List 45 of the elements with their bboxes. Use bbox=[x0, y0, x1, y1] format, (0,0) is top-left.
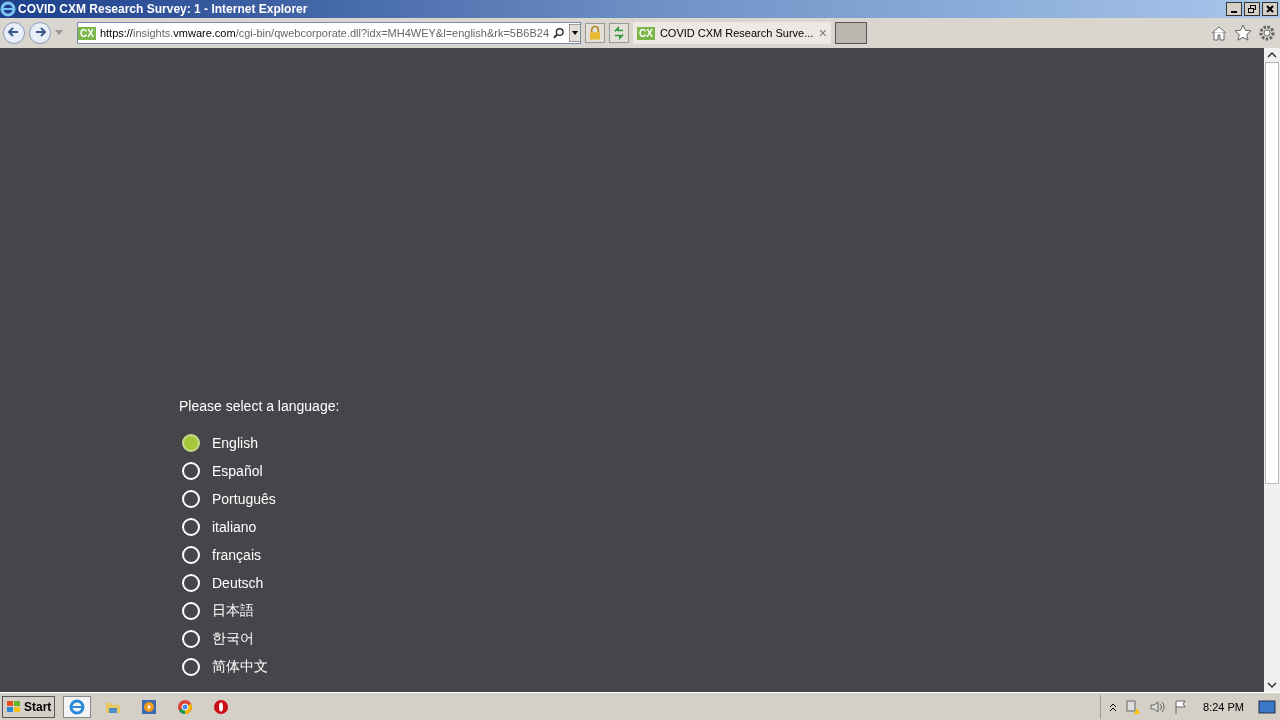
search-icon[interactable] bbox=[553, 27, 565, 39]
option-label[interactable]: italiano bbox=[212, 519, 257, 535]
home-icon[interactable] bbox=[1210, 24, 1228, 42]
browser-icon bbox=[0, 1, 16, 17]
close-icon bbox=[1266, 5, 1274, 13]
clock[interactable]: 8:24 PM bbox=[1203, 701, 1244, 713]
taskbar-app[interactable] bbox=[63, 696, 92, 718]
option-label[interactable]: 日本語 bbox=[212, 602, 254, 620]
radio-button[interactable] bbox=[182, 434, 200, 452]
option-label[interactable]: Deutsch bbox=[212, 575, 264, 591]
windows-logo-icon bbox=[6, 700, 22, 714]
caret-icon[interactable] bbox=[568, 24, 580, 42]
refresh-icon[interactable] bbox=[609, 23, 629, 43]
tab-title: COVID CXM Research Surve... bbox=[659, 27, 814, 39]
speaker-icon[interactable] bbox=[1149, 699, 1166, 715]
window-title: COVID CXM Research Survey: 1 - Internet Explorer bbox=[18, 2, 308, 16]
settings-icon[interactable] bbox=[1258, 24, 1276, 42]
start-button[interactable]: Start bbox=[2, 696, 56, 718]
question-text: Please select a language: bbox=[179, 398, 341, 414]
option-label[interactable]: English bbox=[212, 435, 258, 451]
url-text: https://insights.vmware.com/cgi-bin/qwebcorporate.dll?idx=MH4WEY&l=english&rk=5B6B24 bbox=[99, 27, 549, 39]
restore-button[interactable] bbox=[1244, 2, 1260, 16]
star-icon[interactable] bbox=[1234, 24, 1252, 42]
option-label[interactable]: français bbox=[212, 547, 262, 563]
option-label[interactable]: Español bbox=[212, 463, 263, 479]
browser-icon bbox=[69, 699, 86, 715]
address-bar[interactable]: CX https://insights.vmware.com/cgi-bin/qwebcorporate.dll?idx=MH4WEY&l=english&rk=5B6B24 bbox=[77, 22, 581, 44]
restore-icon bbox=[1248, 5, 1256, 13]
forward-button[interactable] bbox=[29, 22, 51, 44]
option-label[interactable]: 한국어 bbox=[212, 630, 254, 648]
option-label[interactable]: 简体中文 bbox=[212, 658, 268, 676]
opera-icon bbox=[213, 699, 230, 715]
site-icon: CX bbox=[637, 26, 655, 40]
browser-tab[interactable]: CX COVID CXM Research Surve... × bbox=[633, 22, 831, 44]
folder-icon bbox=[105, 700, 122, 714]
media-player-icon bbox=[141, 699, 158, 715]
site-icon: CX bbox=[78, 26, 96, 40]
close-button[interactable] bbox=[1262, 2, 1278, 16]
back-button[interactable] bbox=[3, 22, 25, 44]
tab-close-button[interactable]: × bbox=[818, 25, 827, 41]
minimize-button[interactable] bbox=[1226, 2, 1242, 16]
new-tab-button[interactable] bbox=[835, 22, 867, 44]
chrome-icon bbox=[177, 699, 194, 715]
option-label[interactable]: Português bbox=[212, 491, 276, 507]
chevron-icon[interactable] bbox=[1109, 702, 1118, 712]
